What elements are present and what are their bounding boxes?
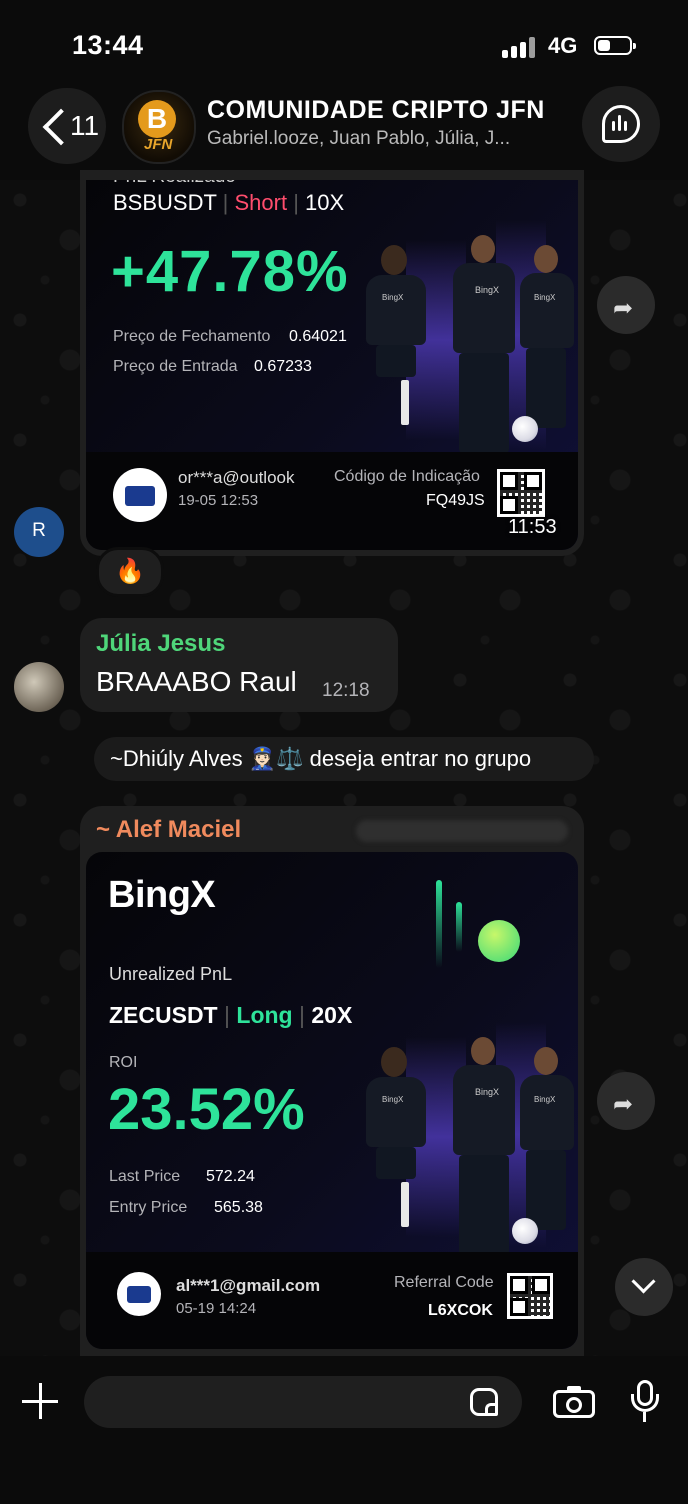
forward-button[interactable]: ➦	[597, 1072, 655, 1130]
trade-leverage: 20X	[311, 1002, 353, 1028]
sender-initial: R	[32, 520, 46, 541]
system-message: ~Dhiúly Alves 👮🏻‍♀️⚖️ deseja entrar no g…	[94, 737, 594, 781]
soccer-ball-icon	[512, 1218, 538, 1244]
text-message-bubble[interactable]: Júlia Jesus BRAAABO Raul 12:18	[80, 618, 398, 712]
close-price-label: Preço de Fechamento	[113, 328, 271, 345]
referral-code: L6XCOK	[428, 1302, 493, 1319]
qr-code	[497, 469, 545, 517]
player-figure: BingX	[361, 1047, 451, 1257]
avatar-text: JFN	[144, 136, 173, 153]
trade-direction: Long	[236, 1002, 293, 1028]
jersey-text: BingX	[534, 293, 556, 302]
jersey-text: BingX	[382, 1095, 404, 1104]
referral-label: Referral Code	[394, 1274, 494, 1291]
sender-name: ~ Alef Maciel	[96, 816, 242, 843]
group-title[interactable]: COMUNIDADE CRIPTO JFN	[207, 96, 545, 125]
message-time: 11:53	[508, 516, 557, 538]
card-label: PnL Realizado	[113, 180, 236, 188]
scroll-down-button[interactable]	[615, 1258, 673, 1316]
pnl-card-image[interactable]: BingX Unrealized PnL ZECUSDT | Long | 20…	[86, 852, 578, 1349]
attach-button[interactable]	[22, 1382, 62, 1422]
back-button[interactable]: 11	[28, 88, 106, 164]
trade-pair-row: ZECUSDT | Long | 20X	[109, 1002, 353, 1028]
qr-code	[507, 1273, 553, 1319]
sticker-icon	[485, 1403, 498, 1416]
message-time: 12:18	[322, 680, 370, 701]
status-time: 13:44	[72, 30, 144, 60]
network-type: 4G	[548, 33, 578, 58]
trade-pair: BSBUSDT	[113, 190, 217, 215]
soccer-ball-icon	[512, 416, 538, 442]
card-date: 05-19 14:24	[176, 1300, 257, 1317]
bitcoin-icon: B	[138, 100, 176, 138]
user-email: or***a@outlook	[178, 468, 295, 487]
voice-chat-button[interactable]	[582, 86, 660, 162]
battery-icon	[594, 36, 636, 55]
trade-pair: ZECUSDT	[109, 1002, 218, 1028]
trade-direction: Short	[234, 190, 288, 215]
mail-logo-icon	[117, 1272, 161, 1316]
signal-icon	[502, 36, 536, 58]
trade-pair-row: BSBUSDT | Short | 10X	[113, 190, 345, 215]
player-figure: BingX	[361, 245, 451, 455]
card-label: Unrealized PnL	[109, 964, 233, 984]
close-price-value: 0.64021	[289, 328, 347, 345]
entry-price-label: Preço de Entrada	[113, 358, 238, 375]
referral-label: Código de Indicação	[334, 468, 480, 485]
sender-phone-redacted	[356, 820, 568, 842]
last-price-label: Last Price	[109, 1168, 181, 1185]
chat-header: 11 B JFN COMUNIDADE CRIPTO JFN Gabriel.l…	[0, 78, 688, 180]
forward-icon: ➦	[613, 295, 634, 322]
sender-name: Júlia Jesus	[96, 630, 226, 657]
entry-price-value: 0.67233	[254, 358, 312, 375]
sender-avatar[interactable]	[14, 662, 64, 712]
group-members[interactable]: Gabriel.looze, Juan Pablo, Júlia, J...	[207, 128, 510, 150]
sticker-button[interactable]	[470, 1388, 498, 1416]
fire-reaction: 🔥	[115, 558, 145, 585]
player-figure: BingX	[516, 245, 578, 445]
jersey-text: BingX	[475, 1087, 500, 1097]
bingx-logo: BingX	[108, 874, 216, 916]
forward-button[interactable]: ➦	[597, 276, 655, 334]
jersey-text: BingX	[382, 293, 404, 302]
sender-avatar[interactable]: R	[14, 507, 64, 557]
roi-value: 23.52%	[108, 1077, 305, 1142]
bingx-graphic	[436, 880, 526, 980]
jersey-text: BingX	[475, 285, 500, 295]
message-input[interactable]	[84, 1376, 522, 1428]
forward-icon: ➦	[613, 1091, 634, 1118]
system-message-text: ~Dhiúly Alves 👮🏻‍♀️⚖️ deseja entrar no g…	[110, 746, 532, 771]
player-figure: BingX	[516, 1047, 578, 1247]
microphone-button[interactable]	[630, 1380, 660, 1424]
unread-count: 11	[70, 110, 100, 141]
entry-price-label: Entry Price	[109, 1199, 188, 1216]
user-email: al***1@gmail.com	[176, 1276, 321, 1295]
message-text: BRAAABO Raul	[96, 666, 297, 697]
mail-logo-icon	[113, 468, 167, 522]
pnl-card-image[interactable]: PnL Realizado BSBUSDT | Short | 10X +47.…	[86, 180, 578, 550]
camera-button[interactable]	[553, 1386, 597, 1418]
chevron-down-icon	[631, 1269, 656, 1294]
group-avatar[interactable]: B JFN	[122, 90, 196, 164]
reaction-badge[interactable]: 🔥	[96, 547, 164, 597]
trade-leverage: 10X	[305, 190, 345, 215]
roi-label: ROI	[109, 1054, 138, 1071]
pnl-value: +47.78%	[111, 239, 349, 304]
entry-price-value: 565.38	[214, 1199, 263, 1216]
last-price-value: 572.24	[206, 1168, 255, 1185]
referral-code: FQ49JS	[426, 492, 485, 509]
jersey-text: BingX	[534, 1095, 556, 1104]
card-date: 19-05 12:53	[178, 492, 259, 509]
